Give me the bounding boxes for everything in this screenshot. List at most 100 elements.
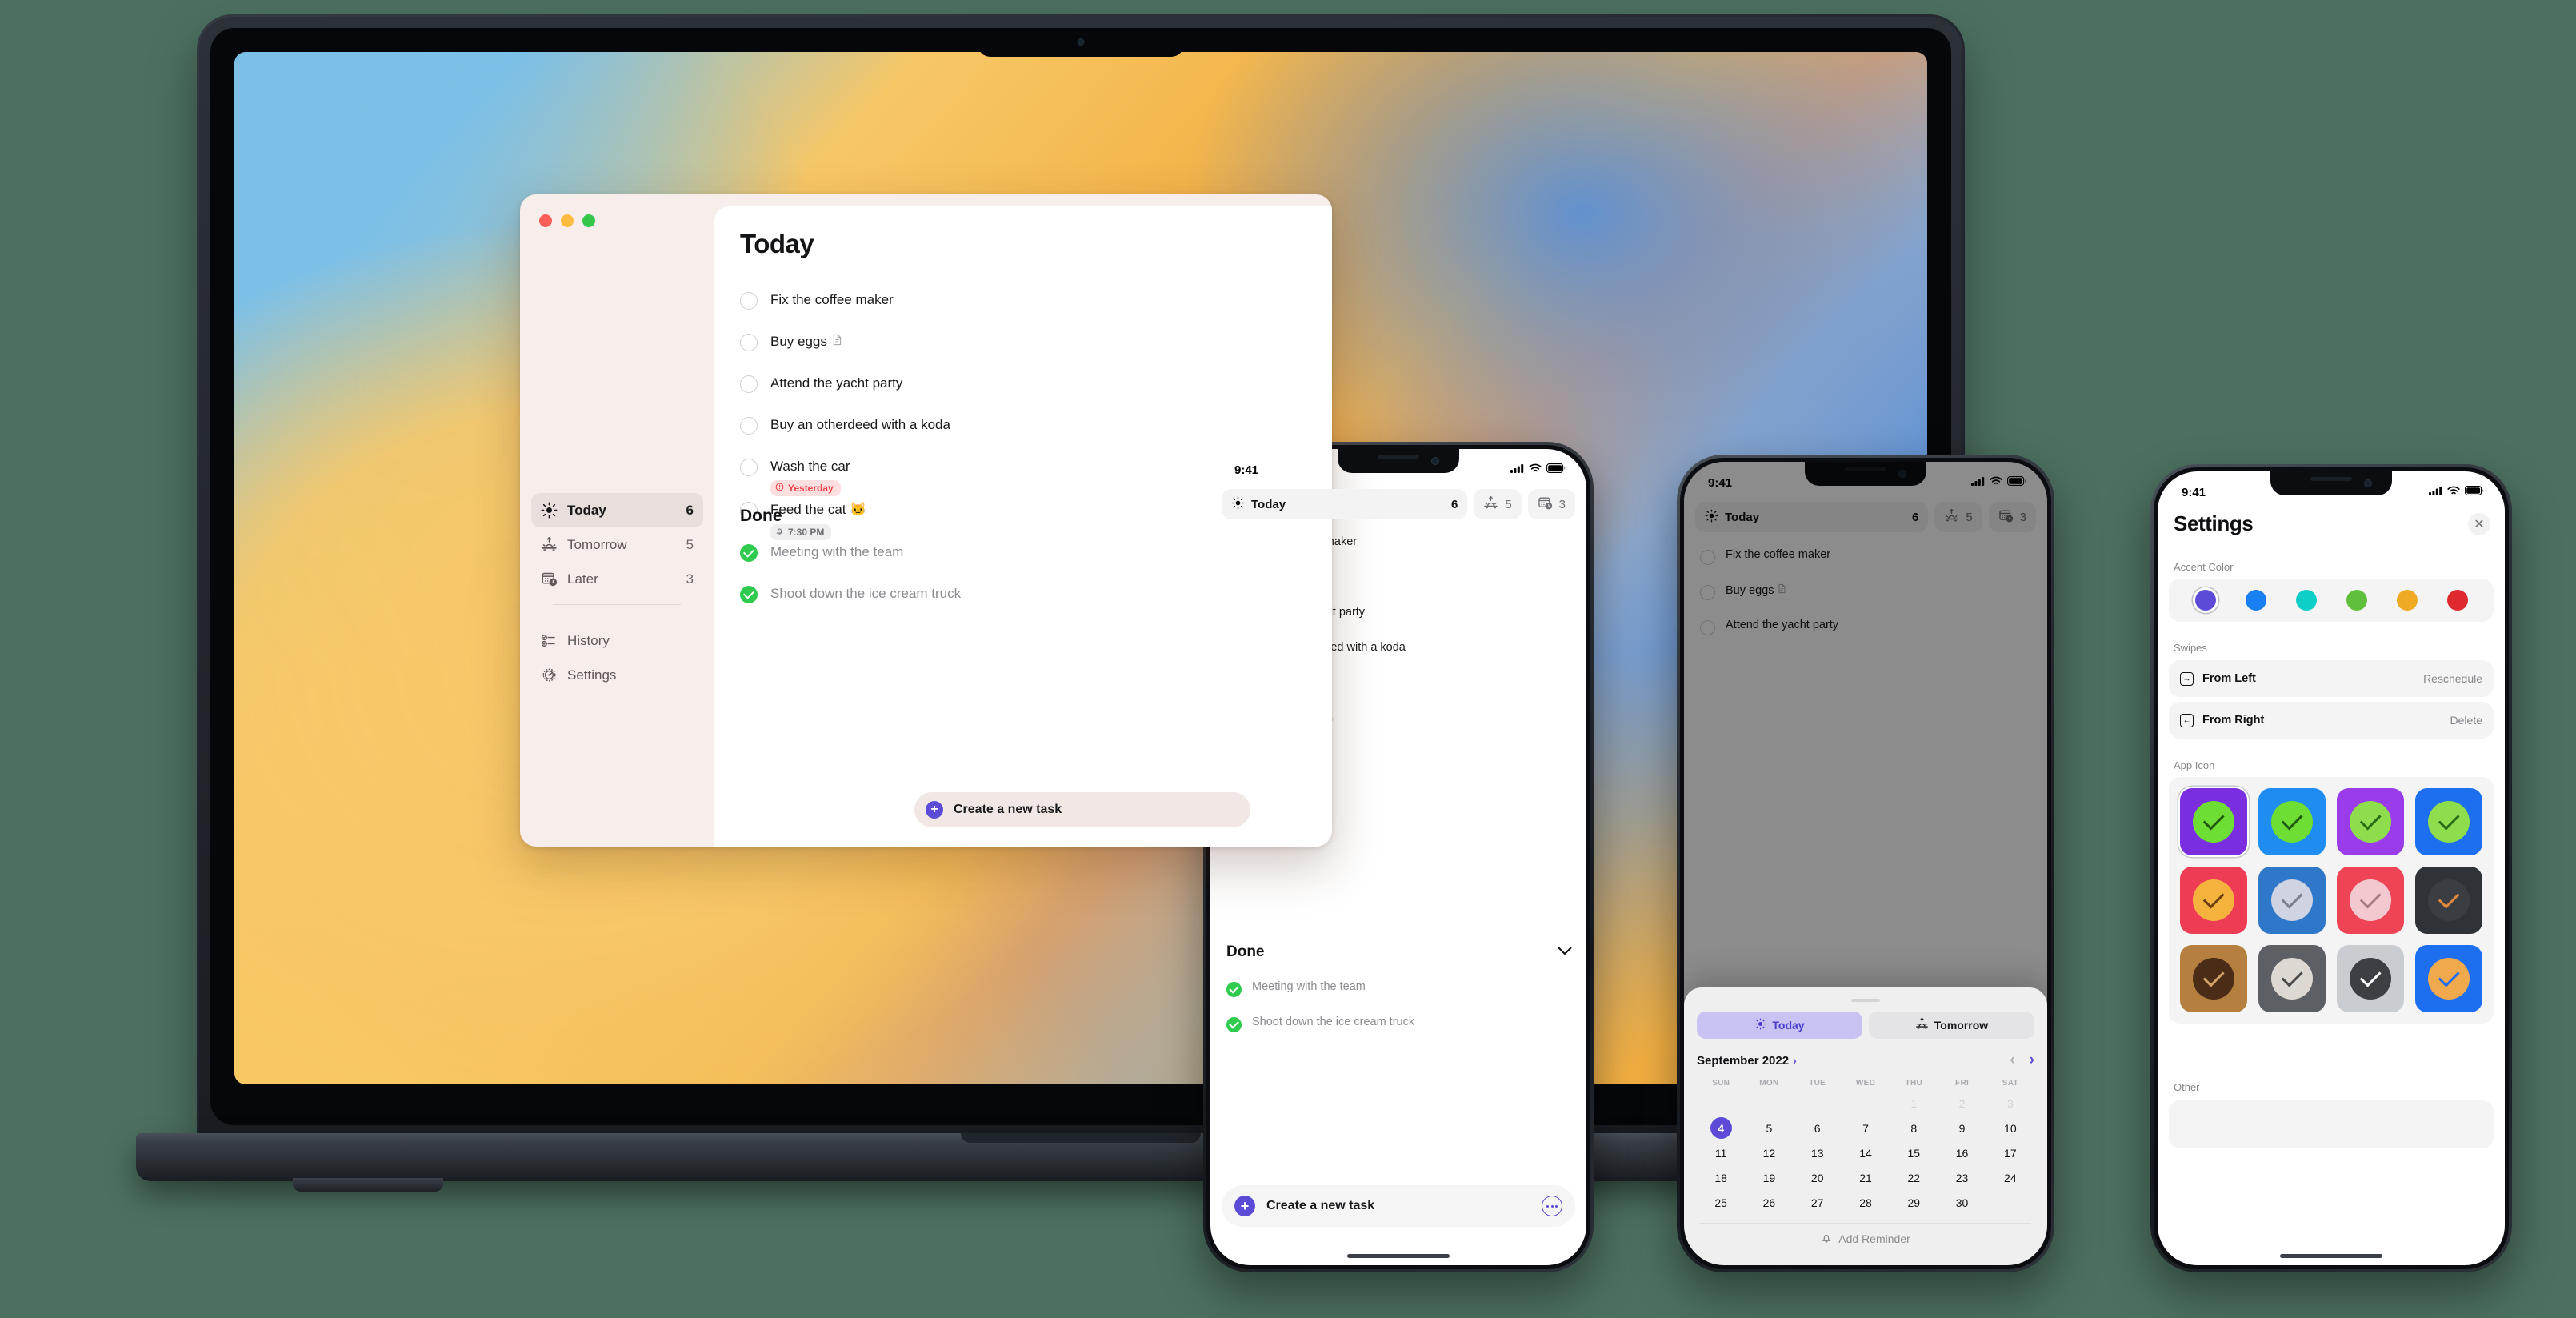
sidebar-item-label: History [567, 632, 610, 648]
done-section-header-row[interactable]: Done [1226, 943, 1572, 961]
sheet-grabber[interactable] [1851, 999, 1880, 1002]
tab-tomorrow[interactable]: 5 [1474, 489, 1522, 519]
calendar-day[interactable]: 9 [1938, 1117, 1986, 1139]
accent-swatch-teal[interactable] [2295, 590, 2317, 611]
sidebar-item-later[interactable]: Later 3 [531, 562, 703, 596]
calendar-day[interactable]: 6 [1794, 1117, 1842, 1139]
calendar-day[interactable]: 13 [1794, 1142, 1842, 1164]
done-task-row[interactable]: Shoot down the ice cream truck [1226, 1012, 1574, 1048]
calendar-day[interactable]: 30 [1938, 1192, 1986, 1213]
accent-swatch-purple[interactable] [2194, 590, 2216, 611]
app-icon-option[interactable] [2415, 867, 2482, 934]
app-icon-option[interactable] [2415, 945, 2482, 1012]
calendar-day[interactable]: 20 [1794, 1167, 1842, 1188]
app-icon-option[interactable] [2337, 945, 2404, 1012]
create-task-button[interactable]: + Create a new task [1222, 1185, 1575, 1227]
phone-tab-bar: Today 6 5 3 [1222, 489, 1575, 519]
sidebar-item-history[interactable]: History [531, 623, 703, 658]
segment-tomorrow[interactable]: Tomorrow [1869, 1012, 2034, 1039]
task-checkbox[interactable] [740, 292, 758, 310]
calendar-day[interactable]: 16 [1938, 1142, 1986, 1164]
calendar-day[interactable]: 19 [1745, 1167, 1793, 1188]
task-checkbox-checked[interactable] [1226, 1017, 1242, 1032]
sidebar-item-settings[interactable]: Settings [531, 658, 703, 692]
calendar-month-label[interactable]: September 2022 [1697, 1054, 1789, 1068]
prev-month-button[interactable]: ‹ [2010, 1052, 2014, 1069]
app-icon-option[interactable] [2337, 867, 2404, 934]
calendar-day[interactable]: 14 [1842, 1142, 1890, 1164]
next-month-button[interactable]: › [2030, 1052, 2034, 1069]
app-icon-option[interactable] [2337, 788, 2404, 855]
done-task-row[interactable]: Shoot down the ice cream truck [740, 580, 1300, 622]
calendar-day[interactable]: 29 [1890, 1192, 1938, 1213]
task-checkbox[interactable] [740, 334, 758, 351]
tab-later[interactable]: 3 [1527, 489, 1575, 519]
home-indicator[interactable] [2280, 1254, 2382, 1258]
task-checkbox-checked[interactable] [1226, 982, 1242, 997]
calendar-day[interactable]: 17 [1986, 1142, 2034, 1164]
calendar-day[interactable]: 5 [1745, 1117, 1793, 1139]
app-icon-option[interactable] [2258, 867, 2326, 934]
task-label: Shoot down the ice cream truck [770, 586, 962, 601]
task-checkbox-checked[interactable] [740, 586, 758, 603]
calendar-day[interactable]: 4 [1697, 1117, 1745, 1139]
calendar-day[interactable]: 10 [1986, 1117, 2034, 1139]
calendar-day[interactable]: 21 [1842, 1167, 1890, 1188]
task-row[interactable]: Buy eggs [740, 328, 1300, 370]
task-row[interactable]: Feed the cat 🐱 7:30 PM [740, 496, 1300, 540]
calendar-day[interactable]: 22 [1890, 1167, 1938, 1188]
checkmark-icon [2202, 965, 2225, 987]
accent-swatch-orange[interactable] [2396, 590, 2418, 611]
row-label: From Left [2202, 672, 2256, 685]
sidebar-item-tomorrow[interactable]: Tomorrow 5 [531, 527, 703, 562]
task-checkbox[interactable] [740, 459, 758, 476]
other-card[interactable] [2169, 1100, 2494, 1148]
close-icon[interactable]: ✕ [2468, 512, 2490, 535]
calendar-day[interactable]: 26 [1745, 1192, 1793, 1213]
more-options-icon[interactable] [1542, 1196, 1562, 1216]
create-task-button[interactable]: + Create a new task [914, 792, 1250, 827]
task-row[interactable]: Buy an otherdeed with a koda [740, 411, 1300, 453]
tab-today[interactable]: Today 6 [1222, 489, 1468, 519]
weekday-label: SUN [1712, 1079, 1730, 1088]
calendar-day[interactable]: 12 [1745, 1142, 1793, 1164]
sidebar-item-today[interactable]: Today 6 [531, 493, 703, 527]
done-task-row[interactable]: Meeting with the team [1226, 977, 1574, 1012]
done-task-row[interactable]: Meeting with the team [740, 539, 1300, 580]
app-icon-option[interactable] [2258, 788, 2326, 855]
mac-main-pane: Today Fix the coffee maker Buy eggs Atte… [714, 206, 1332, 847]
section-label-app-icon: App Icon [2174, 759, 2215, 771]
accent-swatch-blue[interactable] [2245, 590, 2266, 611]
home-indicator[interactable] [1347, 1254, 1450, 1258]
calendar-day[interactable]: 25 [1697, 1192, 1745, 1213]
swipe-from-right-row[interactable]: ← From Right Delete [2169, 702, 2494, 739]
task-checkbox[interactable] [740, 417, 758, 435]
calendar-day-out: 2 [1958, 1096, 1966, 1110]
calendar-day[interactable]: 28 [1842, 1192, 1890, 1213]
add-reminder-button[interactable]: Add Reminder [1697, 1224, 2034, 1254]
calendar-day[interactable]: 27 [1794, 1192, 1842, 1213]
app-icon-option[interactable] [2180, 867, 2247, 934]
chevron-right-icon[interactable]: › [1793, 1054, 1797, 1067]
calendar-day[interactable]: 15 [1890, 1142, 1938, 1164]
accent-swatch-green[interactable] [2346, 590, 2367, 611]
app-icon-option[interactable] [2180, 945, 2247, 1012]
task-row[interactable]: Fix the coffee maker [740, 286, 1300, 328]
task-row[interactable]: Attend the yacht party [740, 370, 1300, 411]
app-icon-option[interactable] [2180, 788, 2247, 855]
task-checkbox-checked[interactable] [740, 544, 758, 562]
segment-today[interactable]: Today [1697, 1012, 1862, 1039]
accent-swatch-red[interactable] [2446, 590, 2468, 611]
calendar-day[interactable]: 23 [1938, 1167, 1986, 1188]
app-icon-blob [2192, 800, 2235, 843]
calendar-day[interactable]: 8 [1890, 1117, 1938, 1139]
calendar-day[interactable]: 7 [1842, 1117, 1890, 1139]
task-checkbox[interactable] [740, 375, 758, 393]
app-icon-option[interactable] [2415, 788, 2482, 855]
calendar-day[interactable]: 18 [1697, 1167, 1745, 1188]
app-icon-option[interactable] [2258, 945, 2326, 1012]
calendar-day[interactable]: 11 [1697, 1142, 1745, 1164]
chevron-down-icon[interactable] [1558, 945, 1572, 959]
calendar-day[interactable]: 24 [1986, 1167, 2034, 1188]
swipe-from-left-row[interactable]: → From Left Reschedule [2169, 660, 2494, 697]
